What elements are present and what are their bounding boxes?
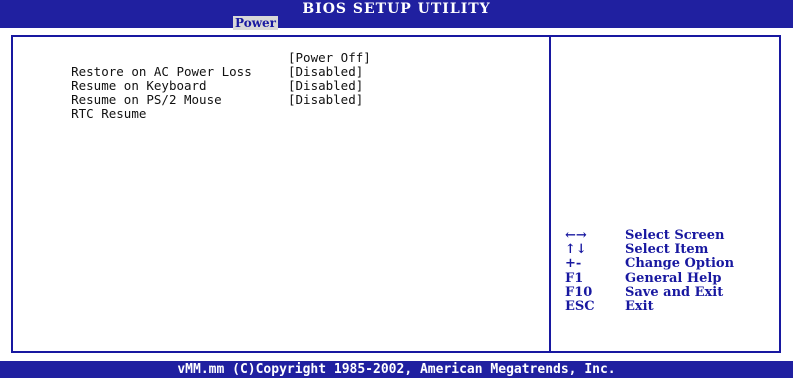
- legend-exit: ESC Exit: [565, 300, 654, 314]
- legend-desc: General Help: [625, 271, 722, 286]
- left-right-arrows-icon: ←→: [565, 228, 587, 243]
- bios-screen: BIOS SETUP UTILITY Power Restore on AC P…: [0, 0, 793, 378]
- legend-select-screen: ←→ Select Screen: [565, 229, 724, 243]
- panel-divider: [549, 35, 551, 353]
- setting-resume-on-keyboard[interactable]: Resume on Keyboard [Disabled]: [41, 65, 363, 93]
- f10-key: F10: [565, 285, 593, 300]
- legend-desc: Select Item: [625, 242, 709, 257]
- setting-label: RTC Resume: [71, 106, 147, 121]
- setting-value[interactable]: [Disabled]: [288, 93, 363, 107]
- legend-save-and-exit: F10 Save and Exit: [565, 286, 723, 300]
- setting-value[interactable]: [Power Off]: [288, 51, 371, 65]
- setting-restore-on-ac-power-loss[interactable]: Restore on AC Power Loss [Power Off]: [41, 51, 371, 79]
- legend-desc: Select Screen: [625, 228, 725, 243]
- copyright-text: vMM.mm (C)Copyright 1985-2002, American …: [177, 362, 616, 377]
- setting-value[interactable]: [Disabled]: [288, 79, 363, 93]
- setting-rtc-resume[interactable]: RTC Resume [Disabled]: [41, 93, 363, 121]
- legend-desc: Save and Exit: [625, 285, 724, 300]
- tab-power[interactable]: Power: [233, 16, 278, 30]
- up-down-arrows-icon: ↑↓: [565, 242, 587, 257]
- esc-key: ESC: [565, 299, 595, 314]
- legend-desc: Exit: [625, 299, 654, 314]
- footer-bar: vMM.mm (C)Copyright 1985-2002, American …: [0, 361, 793, 378]
- setting-value[interactable]: [Disabled]: [288, 65, 363, 79]
- header-bar: BIOS SETUP UTILITY Power: [0, 0, 793, 30]
- setting-resume-on-ps2-mouse[interactable]: Resume on PS/2 Mouse [Disabled]: [41, 79, 363, 107]
- legend-general-help: F1 General Help: [565, 272, 721, 286]
- f1-key: F1: [565, 271, 584, 286]
- plus-minus-key: +-: [565, 256, 582, 271]
- legend-select-item: ↑↓ Select Item: [565, 243, 708, 257]
- legend-change-option: +- Change Option: [565, 257, 734, 271]
- bios-title: BIOS SETUP UTILITY: [302, 1, 491, 17]
- legend-desc: Change Option: [625, 256, 735, 271]
